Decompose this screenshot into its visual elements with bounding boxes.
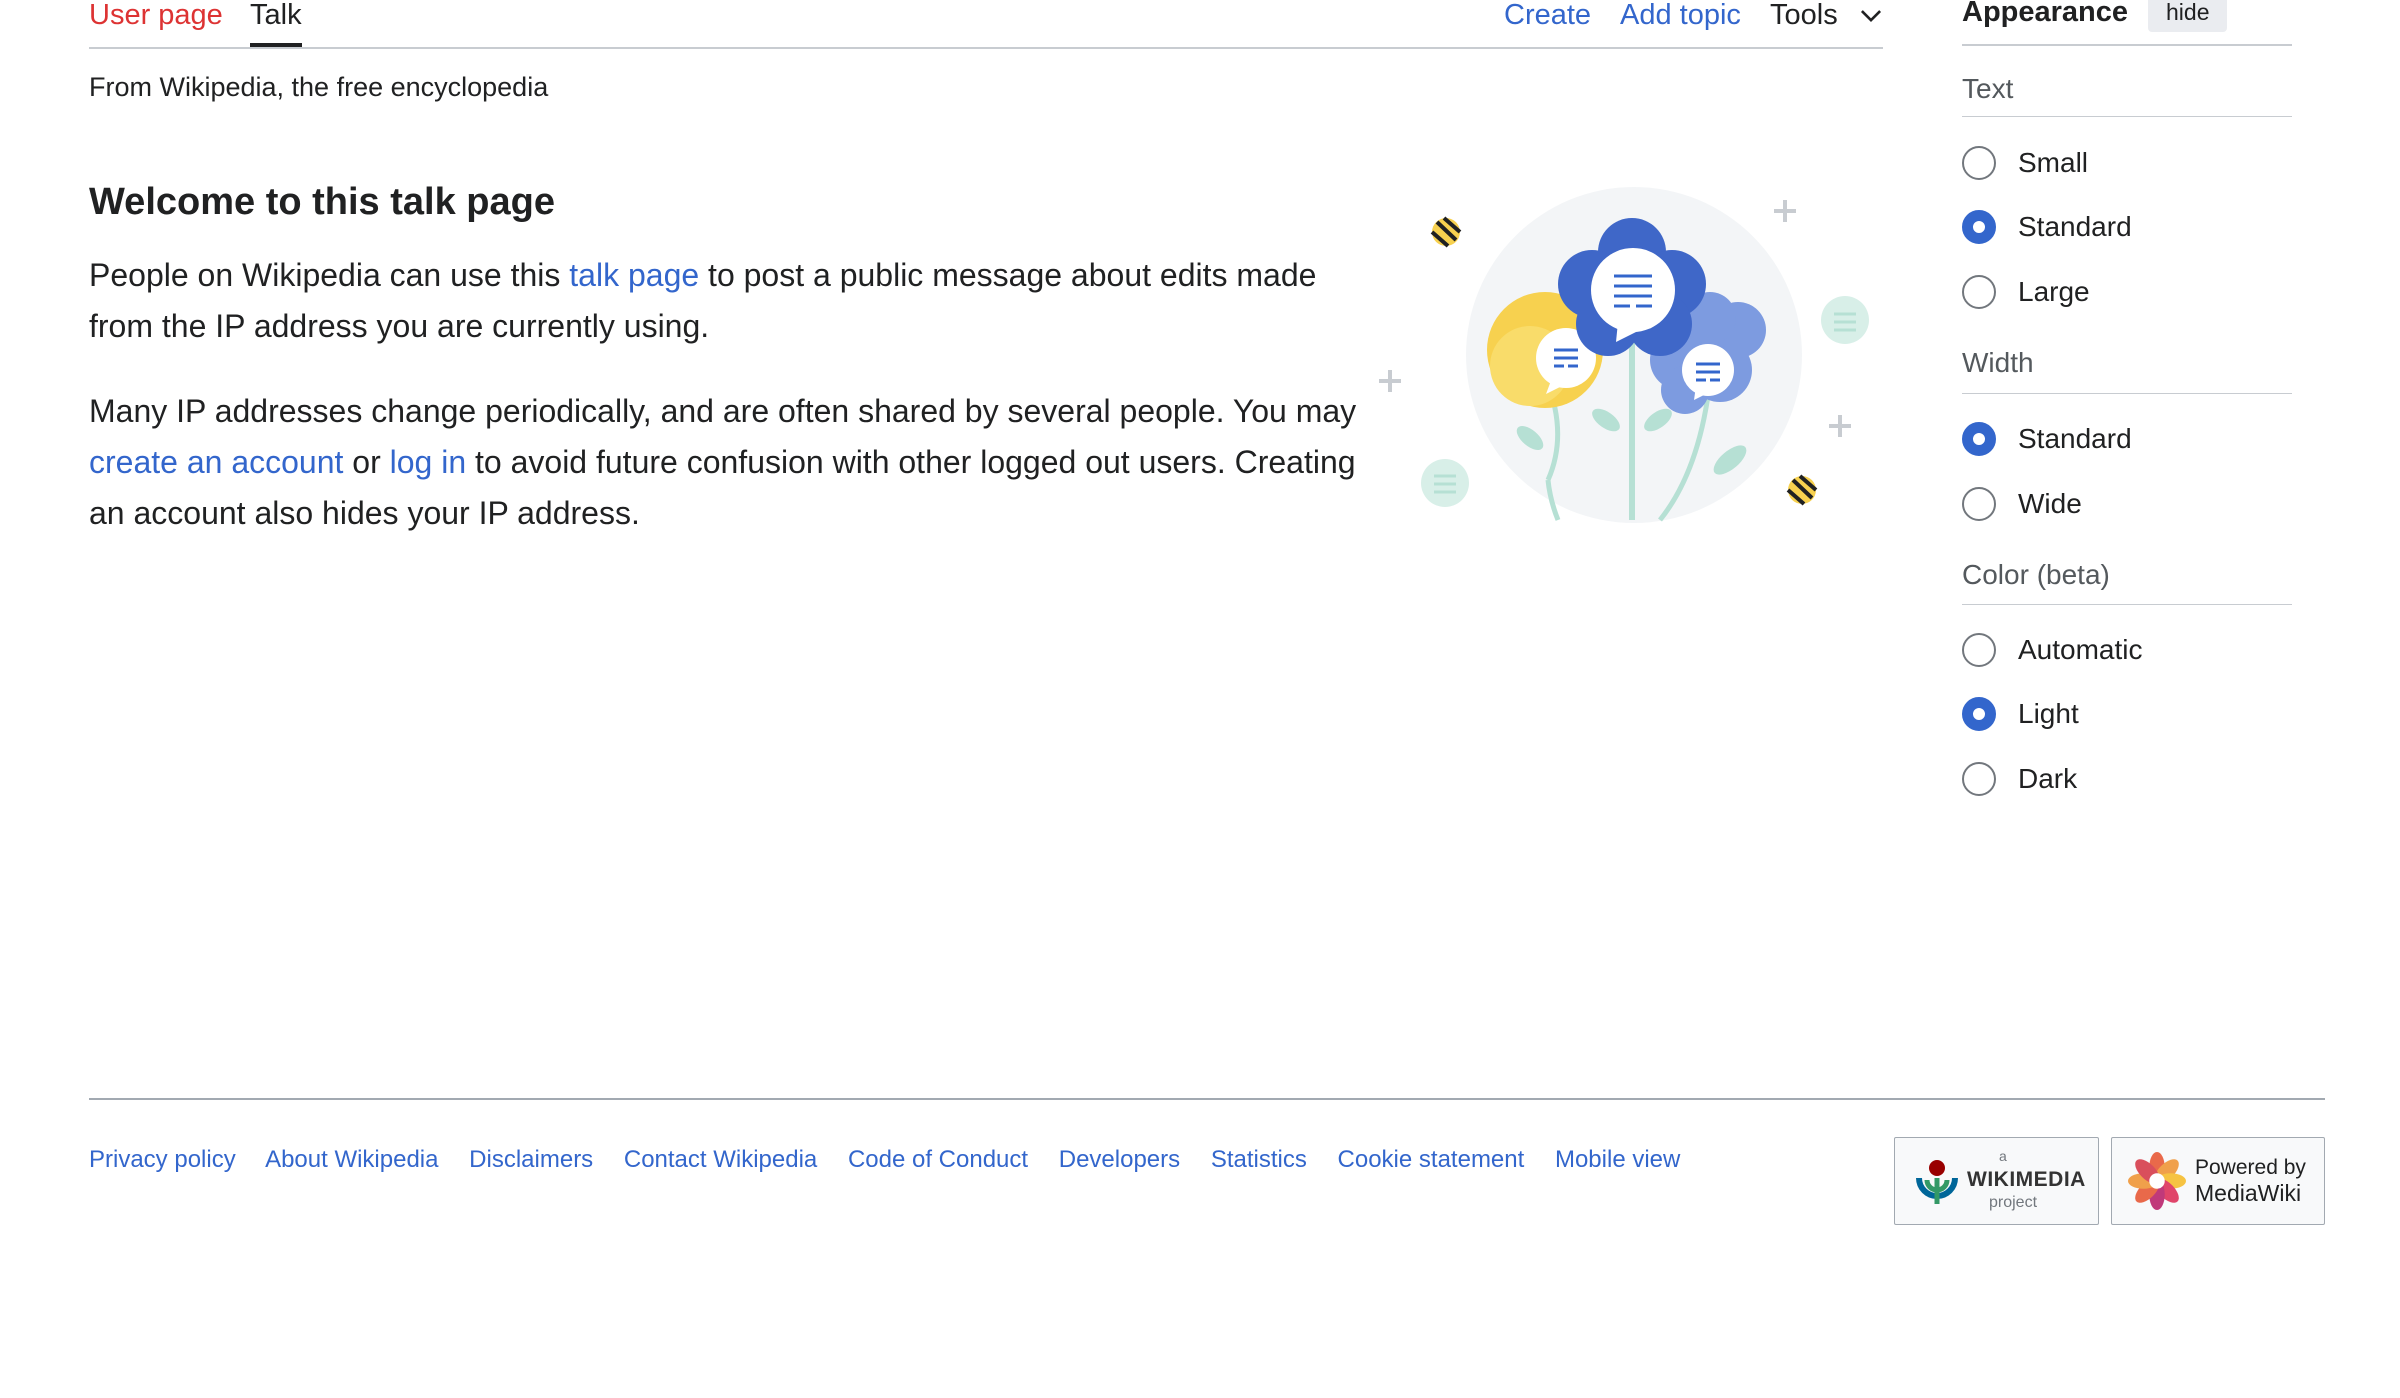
account-paragraph: Many IP addresses change periodically, a… bbox=[89, 386, 1379, 539]
badge-text: a bbox=[1999, 1148, 2007, 1164]
option-label: Large bbox=[2018, 276, 2090, 307]
para-text: or bbox=[343, 444, 390, 480]
color-light-option[interactable]: Light bbox=[1962, 697, 2292, 737]
footer-link-contact[interactable]: Contact Wikipedia bbox=[624, 1146, 817, 1173]
option-label: Standard bbox=[2018, 423, 2132, 454]
log-in-link[interactable]: log in bbox=[390, 444, 467, 480]
tab-user-page[interactable]: User page bbox=[89, 0, 223, 45]
radio-unchecked[interactable] bbox=[1962, 146, 1996, 180]
talk-flowers-illustration bbox=[1379, 187, 1869, 523]
tab-create[interactable]: Create bbox=[1504, 0, 1591, 45]
color-dark-option[interactable]: Dark bbox=[1962, 762, 2292, 802]
tools-label: Tools bbox=[1770, 0, 1838, 31]
wikimedia-project-badge[interactable]: a WIKIMEDIA project bbox=[1894, 1137, 2099, 1225]
footer-link-cookie[interactable]: Cookie statement bbox=[1338, 1146, 1525, 1173]
radio-checked[interactable] bbox=[1962, 422, 1996, 456]
option-label: Light bbox=[2018, 698, 2079, 729]
footer-divider bbox=[89, 1098, 2325, 1100]
footer-link-statistics[interactable]: Statistics bbox=[1211, 1146, 1307, 1173]
divider bbox=[1962, 604, 2292, 605]
hide-appearance-button[interactable]: hide bbox=[2148, 0, 2228, 32]
divider bbox=[1962, 393, 2292, 394]
footer-link-developers[interactable]: Developers bbox=[1059, 1146, 1180, 1173]
radio-checked[interactable] bbox=[1962, 697, 1996, 731]
appearance-title: Appearance bbox=[1962, 0, 2129, 28]
talk-page-link[interactable]: talk page bbox=[569, 257, 699, 293]
page-tabs: User page Talk Create Add topic Tools bbox=[89, 0, 1883, 49]
divider bbox=[1962, 44, 2292, 46]
site-tagline: From Wikipedia, the free encyclopedia bbox=[89, 72, 549, 102]
para-text: People on Wikipedia can use this bbox=[89, 257, 570, 293]
divider bbox=[1962, 116, 2292, 117]
text-size-small-option[interactable]: Small bbox=[1962, 146, 2292, 186]
radio-unchecked[interactable] bbox=[1962, 633, 1996, 667]
badge-text: project bbox=[1989, 1194, 2038, 1211]
tools-menu[interactable]: Tools bbox=[1770, 0, 1882, 45]
text-size-label: Text bbox=[1962, 73, 2014, 104]
width-wide-option[interactable]: Wide bbox=[1962, 487, 2292, 527]
width-standard-option[interactable]: Standard bbox=[1962, 422, 2292, 462]
radio-checked[interactable] bbox=[1962, 210, 1996, 244]
badge-text: MediaWiki bbox=[2195, 1180, 2302, 1206]
footer-link-code-of-conduct[interactable]: Code of Conduct bbox=[848, 1146, 1028, 1173]
footer-link-privacy[interactable]: Privacy policy bbox=[89, 1146, 236, 1173]
powered-by-mediawiki-badge[interactable]: Powered by MediaWiki bbox=[2111, 1137, 2325, 1225]
badge-text: WIKIMEDIA bbox=[1967, 1168, 2086, 1191]
para-text: Many IP addresses change periodically, a… bbox=[89, 393, 1357, 429]
chevron-down-icon bbox=[1860, 10, 1882, 23]
option-label: Automatic bbox=[2018, 634, 2143, 665]
color-label: Color (beta) bbox=[1962, 559, 2110, 590]
radio-unchecked[interactable] bbox=[1962, 762, 1996, 796]
footer-link-mobile-view[interactable]: Mobile view bbox=[1555, 1146, 1680, 1173]
page-heading: Welcome to this talk page bbox=[89, 181, 555, 223]
wikimedia-logo-icon bbox=[1916, 1160, 1958, 1204]
intro-paragraph: People on Wikipedia can use this talk pa… bbox=[89, 250, 1389, 352]
radio-unchecked[interactable] bbox=[1962, 487, 1996, 521]
color-automatic-option[interactable]: Automatic bbox=[1962, 633, 2292, 673]
option-label: Small bbox=[2018, 147, 2089, 178]
option-label: Wide bbox=[2018, 488, 2082, 519]
footer-link-about[interactable]: About Wikipedia bbox=[265, 1146, 438, 1173]
mediawiki-logo-icon bbox=[2128, 1152, 2186, 1210]
tab-add-topic[interactable]: Add topic bbox=[1620, 0, 1741, 45]
text-size-standard-option[interactable]: Standard bbox=[1962, 210, 2292, 250]
option-label: Standard bbox=[2018, 211, 2132, 242]
radio-unchecked[interactable] bbox=[1962, 275, 1996, 309]
create-account-link[interactable]: create an account bbox=[89, 444, 343, 480]
footer-link-disclaimers[interactable]: Disclaimers bbox=[469, 1146, 593, 1173]
tab-talk[interactable]: Talk bbox=[250, 0, 302, 47]
badge-text: Powered by bbox=[2195, 1156, 2306, 1179]
footer-links: Privacy policy About Wikipedia Disclaime… bbox=[89, 1145, 1704, 1175]
width-label: Width bbox=[1962, 347, 2034, 378]
text-size-large-option[interactable]: Large bbox=[1962, 275, 2292, 315]
option-label: Dark bbox=[2018, 763, 2078, 794]
